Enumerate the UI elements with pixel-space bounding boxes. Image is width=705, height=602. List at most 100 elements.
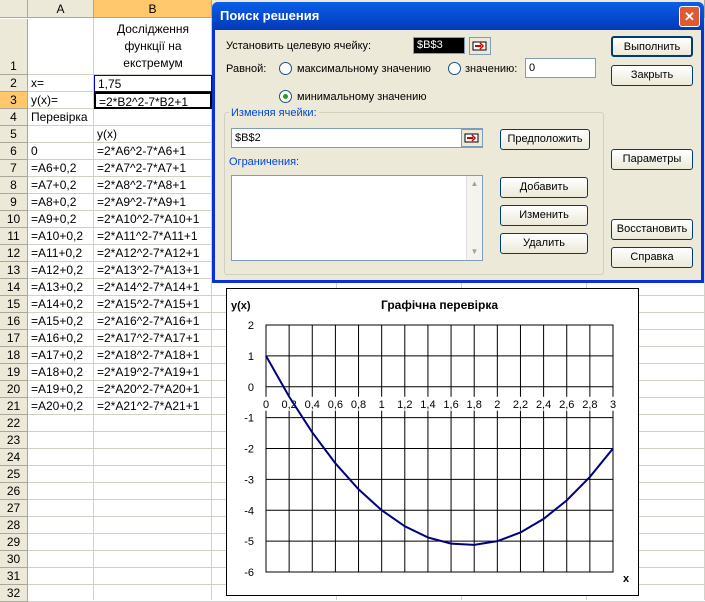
row-header[interactable]: 30	[0, 551, 28, 568]
row-header[interactable]: 24	[0, 449, 28, 466]
reset-button[interactable]: Восстановить	[611, 219, 693, 240]
row-header[interactable]: 9	[0, 194, 28, 211]
row-header[interactable]: 10	[0, 211, 28, 228]
table-cell-a[interactable]: =A17+0,2	[28, 347, 94, 364]
scroll-up-icon[interactable]: ▲	[467, 176, 482, 192]
scroll-down-icon[interactable]: ▼	[467, 244, 482, 260]
column-header-b[interactable]: B	[94, 0, 212, 18]
guess-button[interactable]: Предположить	[500, 129, 590, 150]
row-header[interactable]: 13	[0, 262, 28, 279]
table-cell-b[interactable]: =2*A6^2-7*A6+1	[94, 143, 212, 160]
table-cell-a[interactable]: =A15+0,2	[28, 313, 94, 330]
row-header[interactable]: 26	[0, 483, 28, 500]
cell-a4[interactable]: Перевірка	[28, 109, 94, 126]
table-cell-b[interactable]: =2*A20^2-7*A20+1	[94, 381, 212, 398]
row-header[interactable]: 12	[0, 245, 28, 262]
row-header[interactable]: 28	[0, 517, 28, 534]
table-cell-b[interactable]: =2*A21^2-7*A21+1	[94, 398, 212, 415]
table-cell-a[interactable]: =A7+0,2	[28, 177, 94, 194]
options-button[interactable]: Параметры	[611, 149, 693, 170]
table-cell-a[interactable]: 0	[28, 143, 94, 160]
table-cell-b[interactable]: =2*A10^2-7*A10+1	[94, 211, 212, 228]
table-cell-a[interactable]: =A12+0,2	[28, 262, 94, 279]
cell-b3-active[interactable]: =2*B2^2-7*B2+1	[94, 92, 212, 109]
table-cell-a[interactable]: =A20+0,2	[28, 398, 94, 415]
table-cell-a[interactable]: =A8+0,2	[28, 194, 94, 211]
row-header[interactable]: 7	[0, 160, 28, 177]
row-header[interactable]: 23	[0, 432, 28, 449]
row-header[interactable]: 19	[0, 364, 28, 381]
row-header[interactable]: 8	[0, 177, 28, 194]
add-button[interactable]: Добавить	[500, 177, 588, 198]
column-header-a[interactable]: A	[28, 0, 94, 18]
row-header[interactable]: 4	[0, 109, 28, 126]
table-cell-b[interactable]: =2*A8^2-7*A8+1	[94, 177, 212, 194]
row-header[interactable]: 20	[0, 381, 28, 398]
row-header[interactable]: 27	[0, 500, 28, 517]
x-tick-label: 1,2	[397, 399, 412, 411]
row-header[interactable]: 25	[0, 466, 28, 483]
cell-a2[interactable]: x=	[28, 75, 94, 92]
constraints-list[interactable]: ▲ ▼	[231, 175, 483, 261]
help-button[interactable]: Справка	[611, 247, 693, 268]
table-cell-b[interactable]: =2*A14^2-7*A14+1	[94, 279, 212, 296]
constraints-scrollbar[interactable]: ▲ ▼	[466, 176, 482, 260]
value-radio[interactable]	[448, 62, 461, 75]
min-radio[interactable]	[279, 90, 292, 103]
table-cell-b[interactable]: =2*A12^2-7*A12+1	[94, 245, 212, 262]
table-cell-b[interactable]: =2*A17^2-7*A17+1	[94, 330, 212, 347]
row-header[interactable]: 11	[0, 228, 28, 245]
table-cell-b[interactable]: =2*A18^2-7*A18+1	[94, 347, 212, 364]
table-cell-a[interactable]: =A9+0,2	[28, 211, 94, 228]
table-cell-b[interactable]: =2*A13^2-7*A13+1	[94, 262, 212, 279]
row-header[interactable]: 16	[0, 313, 28, 330]
row-header[interactable]: 22	[0, 415, 28, 432]
table-cell-b[interactable]: =2*A7^2-7*A7+1	[94, 160, 212, 177]
row-header[interactable]: 3	[0, 92, 28, 109]
table-cell-a[interactable]: =A6+0,2	[28, 160, 94, 177]
value-input[interactable]: 0	[525, 58, 596, 78]
table-cell-a[interactable]: =A11+0,2	[28, 245, 94, 262]
delete-button[interactable]: Удалить	[500, 233, 588, 254]
row-header[interactable]: 21	[0, 398, 28, 415]
dialog-title: Поиск решения	[220, 8, 320, 23]
row-header[interactable]: 14	[0, 279, 28, 296]
row-header[interactable]: 1	[0, 19, 28, 75]
cell-a3[interactable]: y(x)=	[28, 92, 94, 109]
solve-button[interactable]: Выполнить	[611, 36, 693, 57]
row-header[interactable]: 18	[0, 347, 28, 364]
row-header[interactable]: 31	[0, 568, 28, 585]
table-cell-b[interactable]: =2*A16^2-7*A16+1	[94, 313, 212, 330]
row-header[interactable]: 29	[0, 534, 28, 551]
table-cell-a[interactable]: =A18+0,2	[28, 364, 94, 381]
close-button[interactable]: Закрыть	[611, 65, 693, 86]
cell-b1-title[interactable]: Дослідження функції на екстремум	[94, 19, 212, 74]
row-header[interactable]: 17	[0, 330, 28, 347]
close-icon[interactable]: ✕	[679, 6, 700, 27]
target-cell-input[interactable]: $B$3	[413, 37, 465, 54]
cell-b2[interactable]: 1,75	[94, 75, 212, 92]
max-radio[interactable]	[279, 62, 292, 75]
row-header[interactable]: 2	[0, 75, 28, 92]
table-cell-a[interactable]: =A19+0,2	[28, 381, 94, 398]
row-header[interactable]: 5	[0, 126, 28, 143]
change-button[interactable]: Изменить	[500, 205, 588, 226]
table-cell-a[interactable]: =A13+0,2	[28, 279, 94, 296]
row-header[interactable]: 32	[0, 585, 28, 602]
cell-b5[interactable]: y(x)	[94, 126, 212, 143]
table-cell-a[interactable]: =A14+0,2	[28, 296, 94, 313]
row-header[interactable]: 6	[0, 143, 28, 160]
table-cell-b[interactable]: =2*A15^2-7*A15+1	[94, 296, 212, 313]
table-cell-b[interactable]: =2*A9^2-7*A9+1	[94, 194, 212, 211]
changing-cells-input[interactable]: $B$2	[231, 128, 483, 148]
table-cell-b[interactable]: =2*A11^2-7*A11+1	[94, 228, 212, 245]
table-cell-a[interactable]: =A16+0,2	[28, 330, 94, 347]
changing-ref-icon[interactable]	[461, 129, 483, 147]
chart-area[interactable]: 2 1 0 -1 -2 -3 -4 -5 -6 0 0,2 0,4 0,6 0,8 1 1,2 1,4 1,6 1,…	[226, 288, 639, 596]
table-cell-a[interactable]: =A10+0,2	[28, 228, 94, 245]
target-ref-icon[interactable]	[469, 37, 491, 55]
table-cell-b[interactable]: =2*A19^2-7*A19+1	[94, 364, 212, 381]
dialog-titlebar[interactable]: Поиск решения ✕	[212, 2, 704, 30]
select-all-corner[interactable]	[0, 0, 28, 18]
row-header[interactable]: 15	[0, 296, 28, 313]
